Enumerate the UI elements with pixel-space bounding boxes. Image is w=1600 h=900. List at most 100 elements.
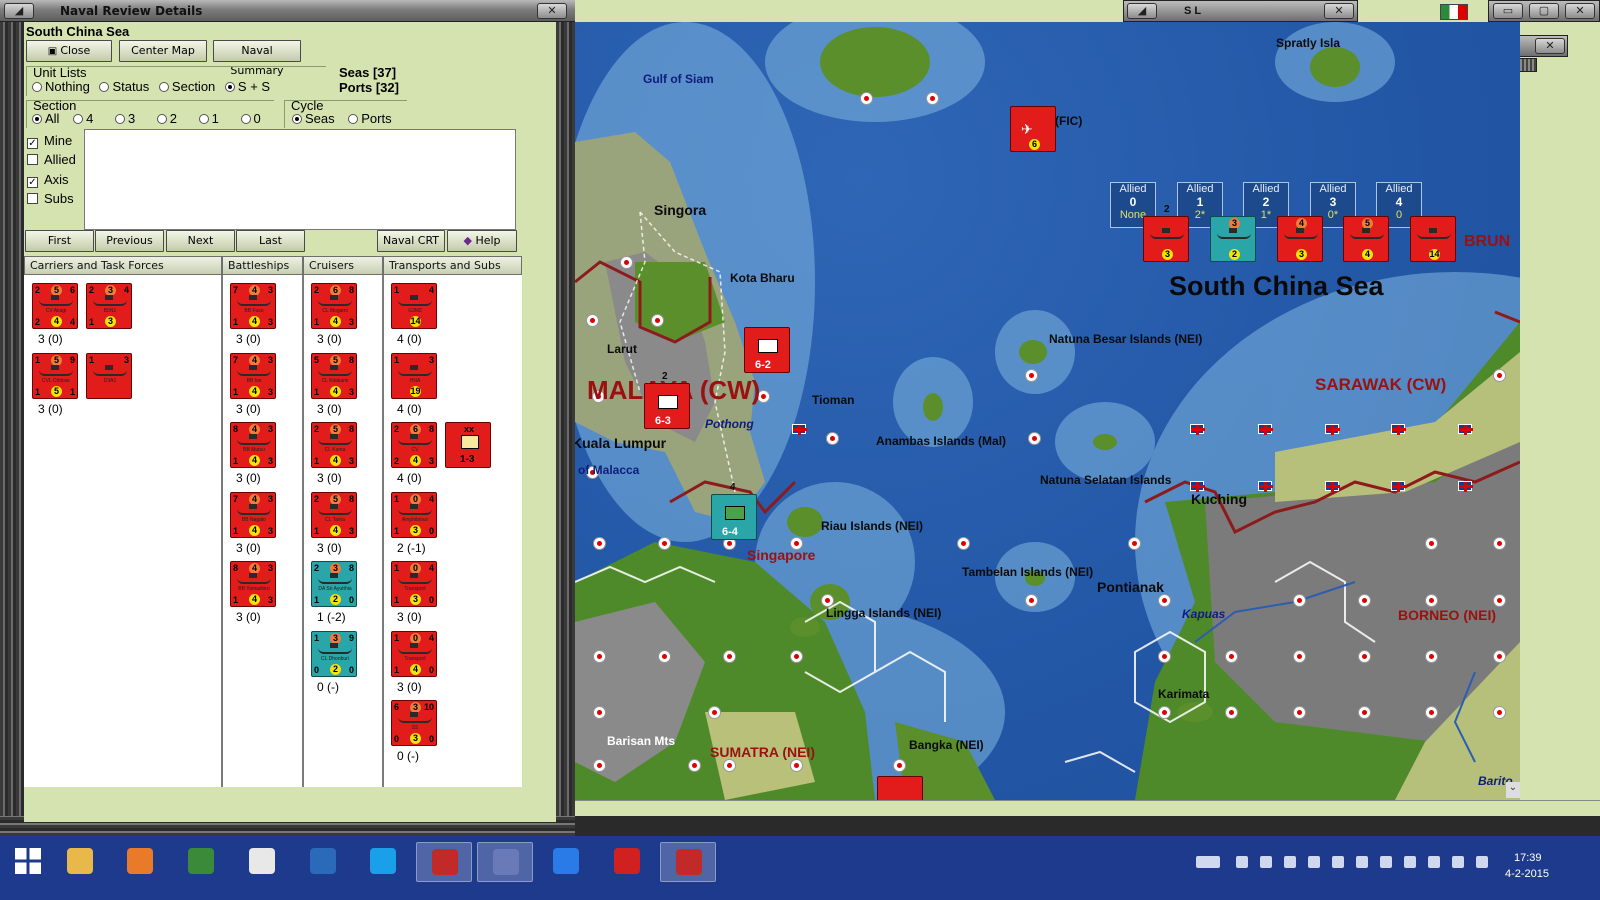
cruisers-unit-counter[interactable]: 2 3 8 1 2 0 DA Sri Ayutthia — [311, 561, 357, 607]
axis-checkbox[interactable]: ✓ — [27, 177, 38, 188]
cruisers-unit-counter[interactable]: 1 3 9 0 2 0 CL Dhonburi — [311, 630, 357, 677]
battleships-unit-counter[interactable]: 7 4 3 1 4 3 BB Fuso — [230, 283, 276, 329]
clock-date[interactable]: 4-2-2015 — [1505, 868, 1549, 880]
sl-window-close-button[interactable]: ✕ — [1324, 3, 1354, 19]
first-button[interactable]: First — [25, 230, 94, 252]
radio-section-0[interactable] — [240, 114, 251, 124]
radio-cycle-ports[interactable] — [348, 114, 359, 124]
column-header-carriers[interactable]: Carriers and Task Forces — [24, 256, 222, 275]
map-army-unit[interactable]: 6-3 — [644, 383, 690, 429]
mine-checkbox[interactable]: ✓ — [27, 138, 38, 149]
signal-icon[interactable] — [1452, 856, 1464, 868]
close-button[interactable]: ▣ Close — [26, 40, 112, 62]
cruisers-unit-counter[interactable]: 5 5 8 1 4 3 CL Kitakami — [311, 352, 357, 399]
radio-section-1[interactable] — [198, 114, 209, 124]
transports-unit-counter[interactable]: 1 4 14 G3M2 — [391, 283, 437, 329]
transports-unit-counter[interactable]: 1 0 4 1 3 0 Amphibious — [391, 491, 437, 538]
vertical-scrollbar-arrow[interactable]: ⌄ — [1506, 782, 1520, 798]
transports-unit-counter[interactable]: 1 0 4 1 4 0 Transport — [391, 630, 437, 677]
last-button[interactable]: Last — [236, 230, 305, 252]
carriers-unit-counter[interactable]: 1 5 9 1 5 1 CVL Chitose — [32, 352, 78, 399]
column-header-battleships[interactable]: Battleships — [222, 256, 303, 275]
sl-window[interactable]: ◢ S L ✕ — [1123, 0, 1358, 37]
radio-cycle-seas[interactable] — [292, 114, 302, 124]
tray-app-icon[interactable] — [1380, 856, 1392, 868]
window-titlebar[interactable]: ◢ Naval Review Details ✕ — [0, 0, 575, 22]
cruisers-unit-counter[interactable]: 2 5 8 1 4 3 CL Kuma — [311, 422, 357, 468]
map-singapore-unit[interactable]: 6-4 — [711, 494, 757, 540]
map-section-stack-0[interactable]: 3 — [1143, 216, 1189, 262]
extra-unit-counter[interactable]: xx 1-3 — [445, 422, 491, 468]
cruisers-unit-counter[interactable]: 2 5 8 1 4 3 CL Tama — [311, 491, 357, 538]
battleships-unit-counter[interactable]: 8 4 3 1 4 3 BB Mutsu — [230, 422, 276, 468]
naval-crt-button[interactable]: Naval CRT — [377, 230, 445, 252]
game-map[interactable]: Gulf of Siam Singora Kota Bharu Larut MA… — [575, 22, 1520, 800]
map-horizontal-scrollbar[interactable] — [575, 800, 1600, 816]
radio-nothing[interactable] — [32, 82, 42, 92]
radio-s-plus-s[interactable] — [224, 82, 235, 92]
tray-app-icon[interactable] — [1332, 856, 1344, 868]
naval-summary-button[interactable]: Naval Summary — [213, 40, 301, 77]
transports-unit-counter[interactable]: 6 3 10 0 3 0 SS — [391, 700, 437, 746]
map-section-stack-3[interactable]: 54 — [1343, 216, 1389, 262]
radio-section-2[interactable] — [156, 114, 167, 124]
filter-axis[interactable]: ✓ Axis — [27, 172, 69, 188]
keyboard-icon[interactable] — [1196, 856, 1220, 868]
battleships-unit-counter[interactable]: 7 4 3 1 4 3 BB Nagato — [230, 491, 276, 538]
filter-mine[interactable]: ✓ Mine — [27, 133, 72, 149]
top-right-maximize-button[interactable]: ▢ — [1529, 3, 1559, 19]
center-map-button[interactable]: Center Map — [119, 40, 207, 62]
sl-window-menu-button[interactable]: ◢ — [1127, 3, 1157, 19]
radio-section[interactable] — [158, 82, 169, 92]
taskbar-browser[interactable] — [234, 842, 290, 882]
column-header-cruisers[interactable]: Cruisers — [303, 256, 383, 275]
battery-icon[interactable] — [1428, 856, 1440, 868]
taskbar-media-player[interactable] — [112, 842, 168, 882]
mv-window-close-button[interactable]: ✕ — [1535, 38, 1565, 54]
top-right-restore-button[interactable]: ▭ — [1493, 3, 1523, 19]
carriers-unit-counter[interactable]: 1 3 D3A1 — [86, 352, 132, 399]
transports-unit-counter[interactable]: 2 6 8 2 4 3 CV — [391, 422, 437, 468]
cloud-icon[interactable] — [1260, 856, 1272, 868]
transports-unit-counter[interactable]: 1 3 19 HNA — [391, 352, 437, 399]
map-section-stack-1[interactable]: 32 — [1210, 216, 1256, 262]
clock-time[interactable]: 17:39 — [1514, 852, 1542, 864]
bluetooth-icon[interactable] — [1356, 856, 1368, 868]
volume-icon[interactable] — [1308, 856, 1320, 868]
allied-checkbox[interactable] — [27, 154, 38, 165]
unit-list-box[interactable] — [84, 129, 516, 230]
subs-checkbox[interactable] — [27, 193, 38, 204]
radio-section-4[interactable] — [73, 114, 84, 124]
map-section-stack-4[interactable]: 14 — [1410, 216, 1456, 262]
taskbar-windows-start[interactable] — [0, 842, 56, 882]
taskbar-wif-game[interactable] — [416, 842, 472, 882]
tray-app-icon[interactable] — [1284, 856, 1296, 868]
window-menu-button[interactable]: ◢ — [4, 3, 34, 19]
taskbar-paint[interactable] — [173, 842, 229, 882]
carriers-unit-counter[interactable]: 2 5 6 2 4 4 CV Akagi — [32, 283, 78, 329]
cruisers-unit-counter[interactable]: 2 6 8 1 4 3 CL Mogami — [311, 283, 357, 329]
map-section-stack-2[interactable]: 43 — [1277, 216, 1323, 262]
tray-app-icon[interactable] — [1236, 856, 1248, 868]
help-button[interactable]: ◆ Help — [447, 230, 517, 252]
previous-button[interactable]: Previous — [95, 230, 164, 252]
map-corps-unit[interactable]: 6-2 — [744, 327, 790, 373]
battleships-unit-counter[interactable]: 7 4 3 1 4 3 BB Ise — [230, 352, 276, 399]
flag-icon[interactable] — [1404, 856, 1416, 868]
radio-section-3[interactable] — [114, 114, 125, 124]
taskbar-pdf-reader[interactable] — [599, 842, 655, 882]
top-right-close-button[interactable]: ✕ — [1565, 3, 1595, 19]
network-icon[interactable] — [1476, 856, 1488, 868]
transports-unit-counter[interactable]: 1 0 4 1 3 0 Transport — [391, 561, 437, 607]
carriers-unit-counter[interactable]: 2 3 4 1 3 B5N1 — [86, 283, 132, 329]
column-header-transports[interactable]: Transports and Subs — [383, 256, 522, 275]
taskbar-mail[interactable] — [538, 842, 594, 882]
filter-allied[interactable]: Allied — [27, 152, 76, 167]
taskbar-skype[interactable] — [355, 842, 411, 882]
taskbar-thunderbird[interactable] — [295, 842, 351, 882]
battleships-unit-counter[interactable]: 8 4 3 1 4 3 BB Yamashiro — [230, 561, 276, 607]
radio-section-all[interactable] — [32, 114, 42, 124]
top-right-window[interactable]: ▭ ▢ ✕ — [1488, 0, 1600, 22]
taskbar-file-explorer[interactable] — [52, 842, 108, 882]
map-air-unit-fic[interactable]: ✈ 6 — [1010, 106, 1056, 152]
